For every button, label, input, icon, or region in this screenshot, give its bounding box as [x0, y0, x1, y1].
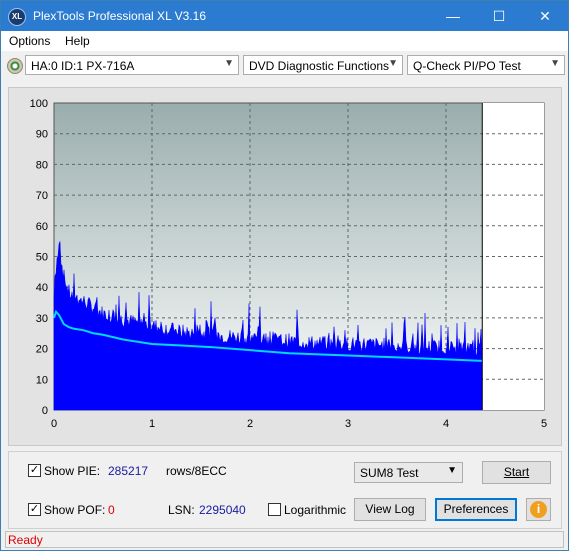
- sum8-test-value: SUM8 Test: [360, 466, 419, 480]
- sum8-test-select[interactable]: SUM8 Test ▼: [354, 462, 463, 483]
- status-text: Ready: [8, 533, 43, 547]
- chevron-down-icon: ▼: [388, 58, 398, 69]
- maximize-icon[interactable]: ☐: [476, 1, 522, 31]
- start-button[interactable]: Start: [482, 461, 551, 484]
- y-tick-label: 80: [36, 159, 48, 171]
- status-bar: Ready: [5, 531, 564, 548]
- logarithmic-label: Logarithmic: [284, 503, 347, 517]
- show-pof-checkbox[interactable]: ✓: [28, 503, 41, 516]
- disc-icon: [7, 58, 23, 74]
- drive-select[interactable]: HA:0 ID:1 PX-716A ▼: [25, 55, 239, 75]
- info-button[interactable]: i: [526, 498, 551, 521]
- title-bar: XL PlexTools Professional XL V3.16 — ☐ ✕: [1, 1, 568, 31]
- test-type-select[interactable]: Q-Check PI/PO Test ▼: [407, 55, 565, 75]
- x-tick-label: 5: [541, 418, 547, 430]
- chart-panel: 100 90 80 70 60 50 40 30 20 10 0 0 1 2 3 4 5: [8, 87, 562, 446]
- function-select-value: DVD Diagnostic Functions: [249, 59, 390, 73]
- x-tick-label: 2: [247, 418, 253, 430]
- y-tick-label: 30: [36, 313, 48, 325]
- y-tick-label: 70: [36, 190, 48, 202]
- view-log-button[interactable]: View Log: [354, 498, 426, 521]
- app-window: XL PlexTools Professional XL V3.16 — ☐ ✕…: [0, 0, 569, 551]
- pof-value: 0: [108, 503, 115, 517]
- test-type-select-value: Q-Check PI/PO Test: [413, 59, 521, 73]
- x-tick-label: 3: [345, 418, 351, 430]
- y-tick-label: 10: [36, 374, 48, 386]
- show-pie-checkbox[interactable]: ✓: [28, 464, 41, 477]
- info-icon: i: [530, 501, 547, 518]
- menu-help[interactable]: Help: [65, 34, 90, 48]
- logarithmic-checkbox[interactable]: [268, 503, 281, 516]
- show-pof-label: Show POF:: [44, 503, 106, 517]
- chevron-down-icon: ▼: [224, 58, 234, 69]
- y-tick-label: 50: [36, 252, 48, 264]
- preferences-button[interactable]: Preferences: [435, 498, 517, 521]
- view-log-button-label: View Log: [365, 502, 415, 516]
- rows-label: rows/8ECC: [166, 464, 227, 478]
- function-select[interactable]: DVD Diagnostic Functions ▼: [243, 55, 403, 75]
- lsn-value: 2295040: [199, 503, 246, 517]
- y-tick-label: 90: [36, 129, 48, 141]
- app-logo-icon: XL: [8, 8, 26, 26]
- close-icon[interactable]: ✕: [522, 1, 568, 31]
- x-tick-label: 1: [149, 418, 155, 430]
- pie-value: 285217: [108, 464, 149, 478]
- preferences-button-label: Preferences: [443, 502, 509, 516]
- y-tick-label: 20: [36, 344, 48, 356]
- menu-options[interactable]: Options: [9, 34, 50, 48]
- drive-select-value: HA:0 ID:1 PX-716A: [31, 59, 135, 73]
- y-tick-label: 60: [36, 221, 48, 233]
- y-tick-label: 40: [36, 282, 48, 294]
- pi-po-chart: 10090807060504030201000 1 2 3 4 5: [30, 98, 547, 430]
- window-title: PlexTools Professional XL V3.16: [33, 9, 206, 23]
- chevron-down-icon: ▼: [447, 465, 457, 476]
- minimize-icon[interactable]: —: [430, 1, 476, 31]
- menu-bar: Options Help: [1, 31, 568, 51]
- x-tick-label: 4: [443, 418, 449, 430]
- chevron-down-icon: ▼: [550, 58, 560, 69]
- y-tick-label: 100: [30, 98, 48, 110]
- y-tick-label: 0: [42, 405, 48, 417]
- show-pie-label: Show PIE:: [44, 464, 101, 478]
- x-tick-label: 0: [51, 418, 57, 430]
- start-button-label: Start: [503, 465, 530, 479]
- toolbar: HA:0 ID:1 PX-716A ▼ DVD Diagnostic Funct…: [1, 51, 568, 81]
- lsn-label: LSN:: [168, 503, 195, 517]
- controls-panel: ✓ Show PIE: 285217 rows/8ECC ✓ Show POF:…: [8, 451, 562, 529]
